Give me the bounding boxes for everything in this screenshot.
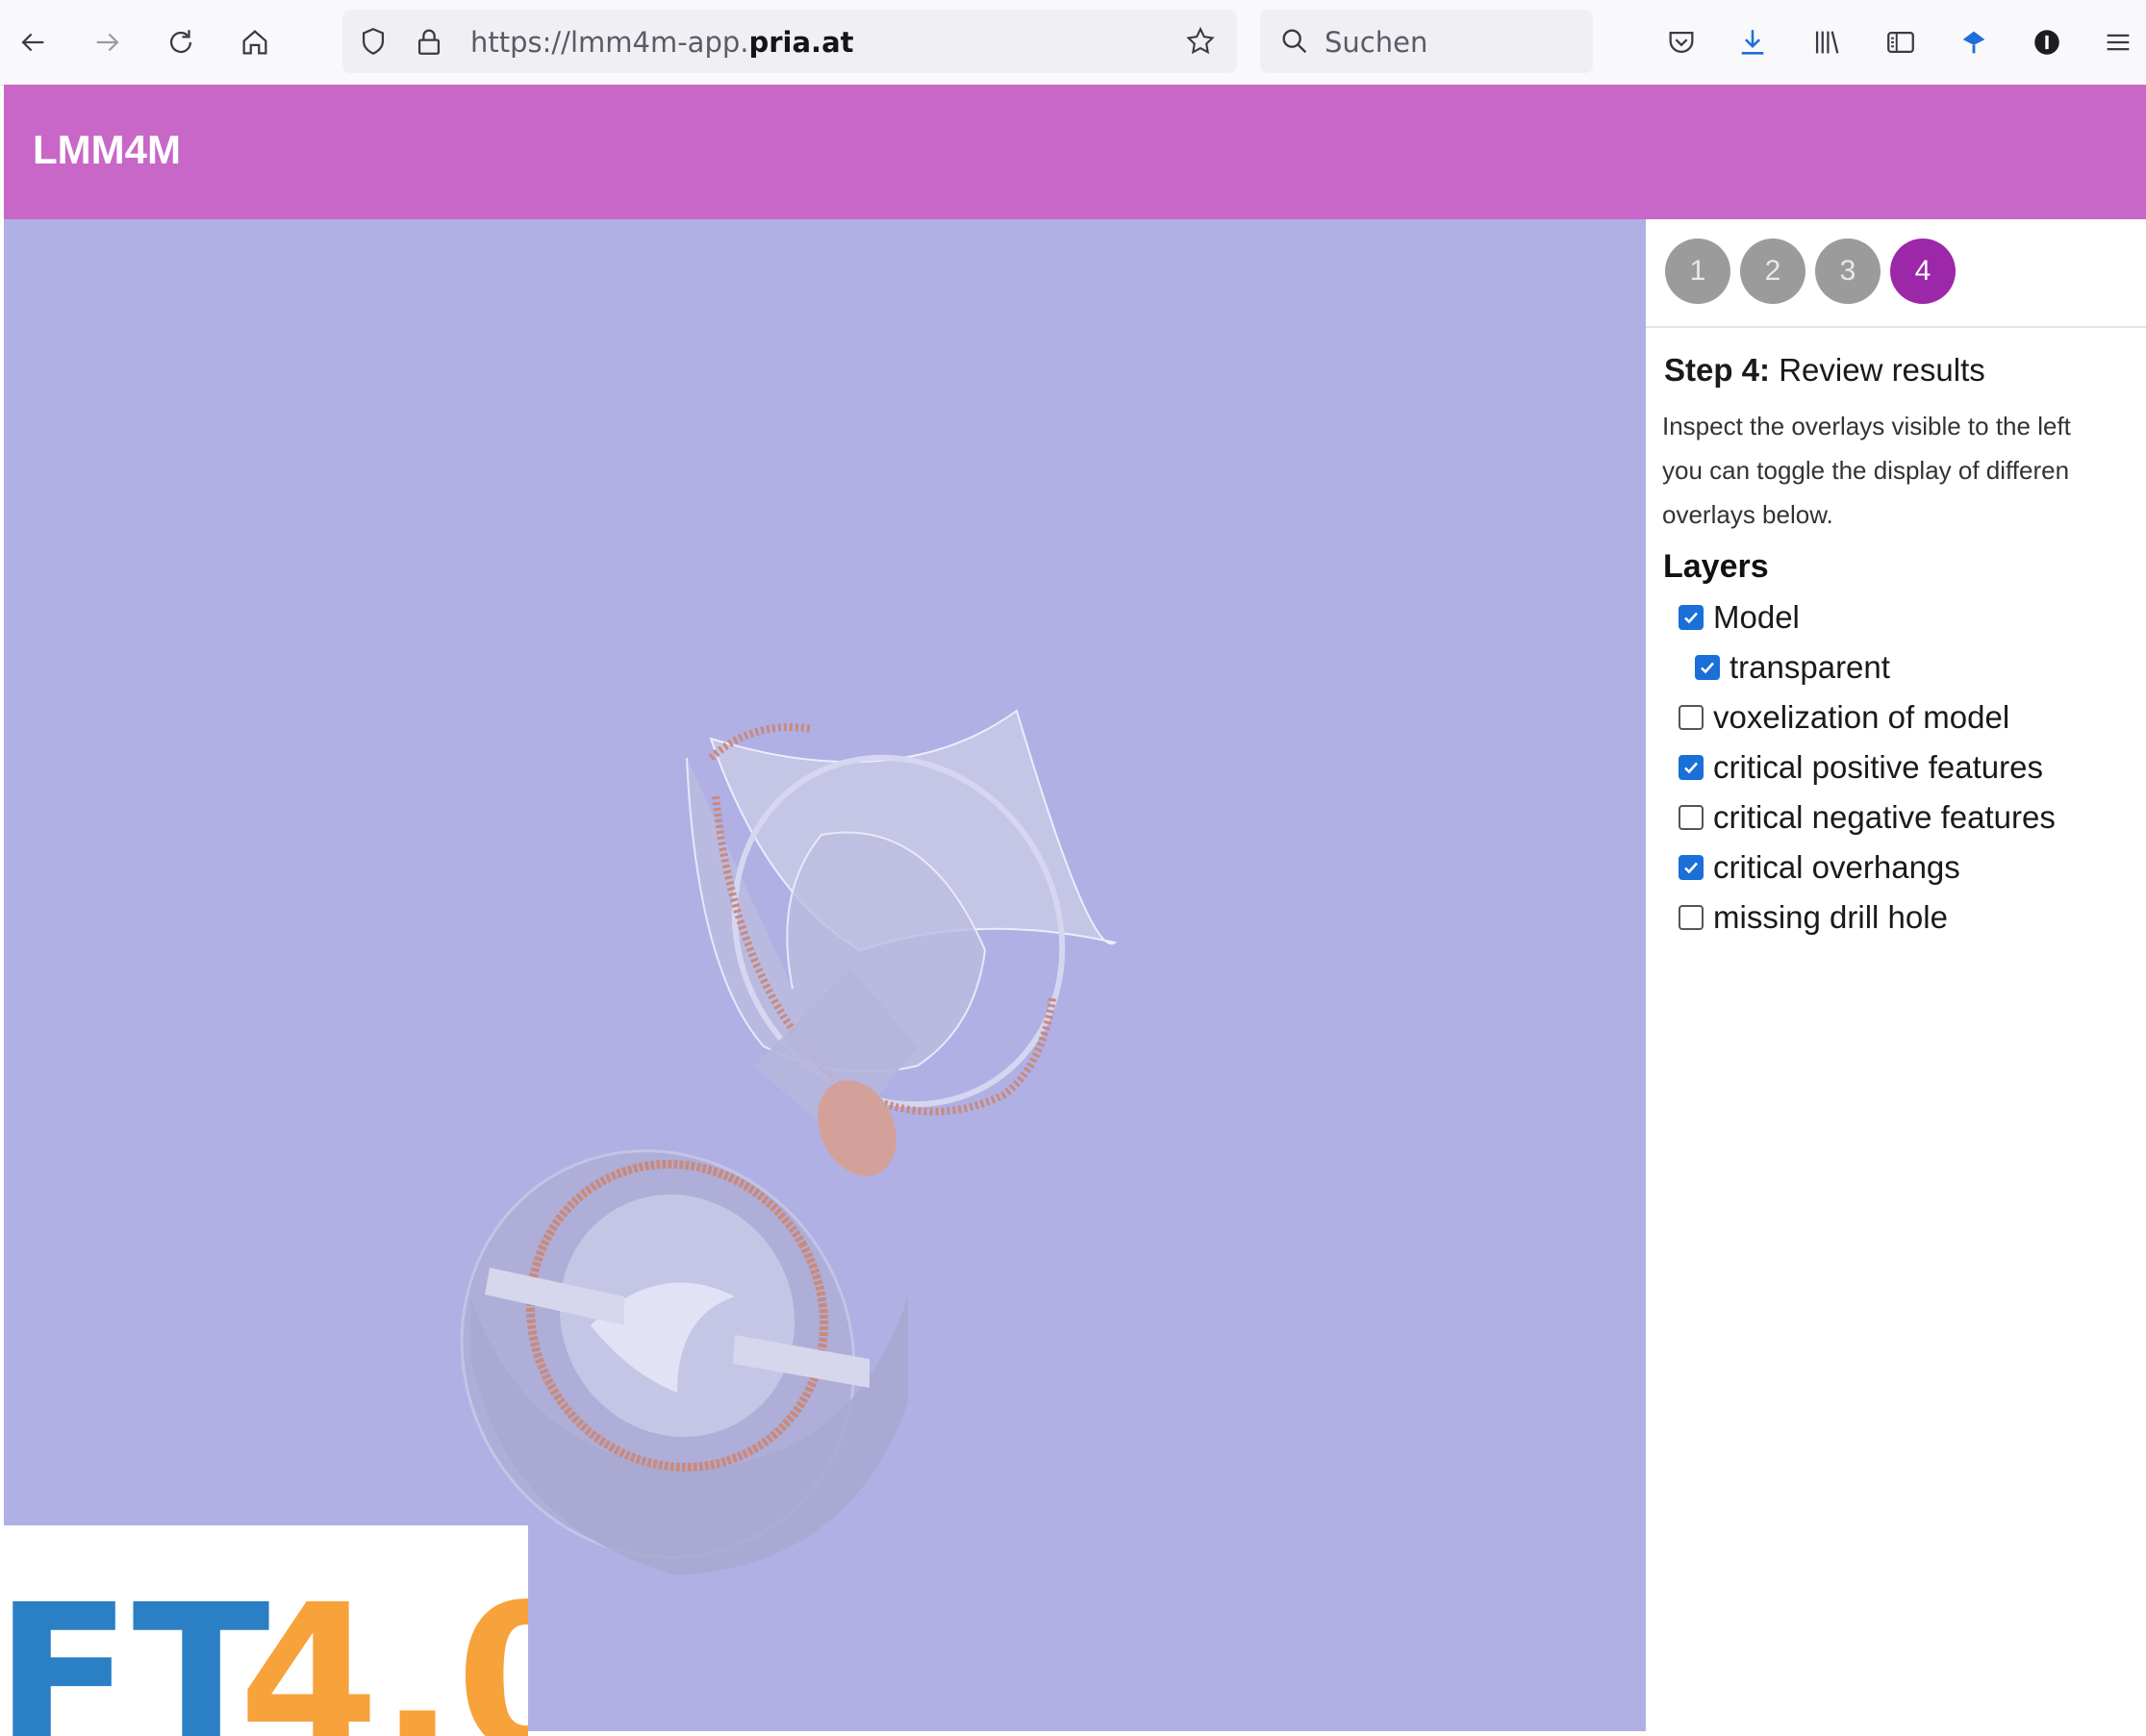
step-1-button[interactable]: 1 bbox=[1665, 239, 1730, 304]
app-header: LMM4M bbox=[4, 85, 2146, 219]
check-icon bbox=[1684, 762, 1698, 774]
description-line: overlays below. bbox=[1662, 500, 1833, 529]
forward-icon[interactable] bbox=[87, 21, 129, 63]
check-icon bbox=[1684, 612, 1698, 624]
layer-checkbox[interactable] bbox=[1679, 755, 1704, 780]
layer-checkbox[interactable] bbox=[1695, 655, 1720, 680]
layer-label: voxelization of model bbox=[1713, 699, 2010, 735]
layer-toggle-missing-drill-hole[interactable]: missing drill hole bbox=[1679, 899, 1948, 936]
layer-toggle-critical-negative-features[interactable]: critical negative features bbox=[1679, 799, 2056, 836]
app-title: LMM4M bbox=[33, 127, 181, 172]
menu-icon[interactable] bbox=[2097, 21, 2139, 63]
extension-icon[interactable] bbox=[1953, 21, 1995, 63]
layer-checkbox[interactable] bbox=[1679, 905, 1704, 930]
step-indicator: 1 2 3 4 bbox=[1665, 239, 1956, 306]
panel-divider bbox=[1646, 326, 2146, 328]
url-text[interactable]: https://lmm4m-app.pria.at bbox=[470, 26, 854, 59]
shield-icon[interactable] bbox=[352, 20, 394, 63]
ft40-logo-box: FT 4.0 bbox=[0, 1525, 528, 1736]
sidebar-icon[interactable] bbox=[1880, 21, 1922, 63]
3d-viewer[interactable] bbox=[4, 219, 1646, 1731]
layer-toggle-model[interactable]: Model bbox=[1679, 599, 1800, 636]
side-panel: 1 2 3 4 Step 4: Review results Inspect t… bbox=[1646, 219, 2146, 1736]
step-description: Inspect the overlays visible to the left… bbox=[1662, 404, 2146, 537]
description-line: Inspect the overlays visible to the left bbox=[1662, 412, 2071, 440]
layer-label: critical positive features bbox=[1713, 749, 2043, 785]
reload-icon[interactable] bbox=[160, 21, 202, 63]
logo-text-ft: FT bbox=[0, 1561, 270, 1736]
step-2-button[interactable]: 2 bbox=[1740, 239, 1805, 304]
layer-toggle-critical-overhangs[interactable]: critical overhangs bbox=[1679, 849, 1960, 886]
layer-checkbox[interactable] bbox=[1679, 605, 1704, 630]
download-icon[interactable] bbox=[1731, 21, 1774, 63]
check-icon bbox=[1684, 862, 1698, 874]
layer-checkbox[interactable] bbox=[1679, 805, 1704, 830]
library-icon[interactable] bbox=[1805, 21, 1848, 63]
layer-toggle-transparent[interactable]: transparent bbox=[1695, 649, 1890, 686]
layer-label: critical negative features bbox=[1713, 799, 2056, 835]
model-render[interactable] bbox=[4, 219, 1646, 1731]
layer-label: missing drill hole bbox=[1713, 899, 1948, 935]
layer-toggle-voxelization-of-model[interactable]: voxelization of model bbox=[1679, 699, 2009, 736]
back-icon[interactable] bbox=[12, 21, 54, 63]
pocket-icon[interactable] bbox=[1660, 21, 1703, 63]
lock-icon[interactable] bbox=[408, 20, 450, 63]
search-icon bbox=[1274, 20, 1316, 63]
layer-label: Model bbox=[1713, 599, 1800, 635]
layer-label: transparent bbox=[1729, 649, 1890, 685]
logo-text-40: 4.0 bbox=[239, 1561, 528, 1736]
ft40-logo: FT 4.0 bbox=[0, 1561, 528, 1736]
search-bar[interactable]: Suchen bbox=[1260, 10, 1593, 73]
step-4-button[interactable]: 4 bbox=[1890, 239, 1956, 304]
browser-toolbar: https://lmm4m-app.pria.at Suchen bbox=[0, 0, 2146, 86]
star-icon[interactable] bbox=[1179, 20, 1222, 63]
password-manager-icon[interactable] bbox=[2026, 21, 2068, 63]
step-3-button[interactable]: 3 bbox=[1815, 239, 1881, 304]
layer-label: critical overhangs bbox=[1713, 849, 1960, 885]
layer-checkbox[interactable] bbox=[1679, 705, 1704, 730]
layer-checkbox[interactable] bbox=[1679, 855, 1704, 880]
home-icon[interactable] bbox=[234, 21, 276, 63]
step-title: Step 4: Review results bbox=[1664, 352, 1985, 388]
layer-toggle-critical-positive-features[interactable]: critical positive features bbox=[1679, 749, 2043, 786]
layers-heading: Layers bbox=[1663, 548, 1769, 585]
url-bar[interactable]: https://lmm4m-app.pria.at bbox=[342, 10, 1237, 73]
search-placeholder: Suchen bbox=[1325, 26, 1428, 59]
check-icon bbox=[1701, 662, 1714, 674]
description-line: you can toggle the display of differen bbox=[1662, 456, 2070, 485]
